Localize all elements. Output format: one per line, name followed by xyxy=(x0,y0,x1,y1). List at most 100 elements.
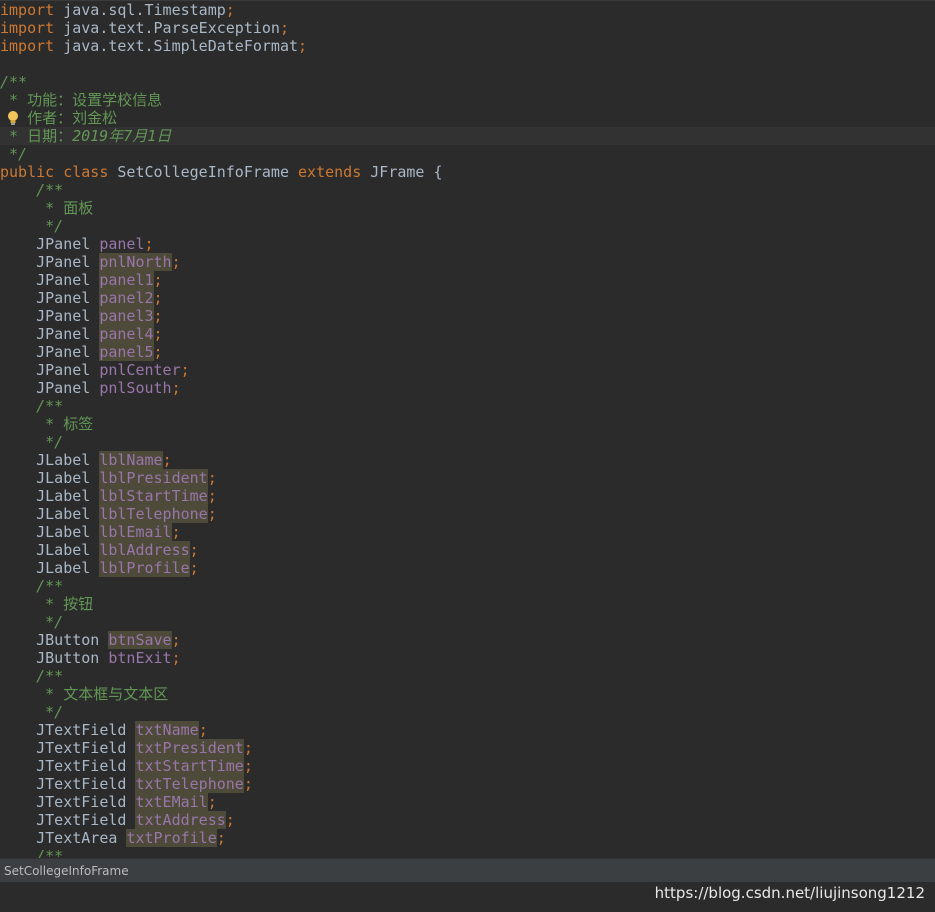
code-token: java.text.SimpleDateFormat xyxy=(54,37,299,55)
code-line[interactable]: JLabel lblName; xyxy=(0,451,935,469)
code-token: ; xyxy=(171,649,181,667)
comment-token: */ xyxy=(0,613,64,631)
code-token: JLabel xyxy=(0,559,100,577)
code-line[interactable]: */ xyxy=(0,703,935,721)
breadcrumb-class[interactable]: SetCollegeInfoFrame xyxy=(0,864,129,878)
code-line[interactable]: JTextField txtPresident; xyxy=(0,739,935,757)
code-line[interactable]: /** xyxy=(0,667,935,685)
code-line[interactable]: JPanel panel5; xyxy=(0,343,935,361)
comment-token: * 日期： xyxy=(0,127,73,145)
code-line[interactable]: */ xyxy=(0,217,935,235)
field-token: txtStartTime xyxy=(135,757,244,775)
code-token: ; xyxy=(171,631,181,649)
code-line[interactable]: /** xyxy=(0,73,935,91)
code-token: JButton xyxy=(0,631,109,649)
code-line[interactable]: JPanel pnlSouth; xyxy=(0,379,935,397)
code-token: ; xyxy=(279,19,289,37)
comment-token: * 面板 xyxy=(0,199,94,217)
code-line[interactable]: */ xyxy=(0,433,935,451)
code-token: SetCollegeInfoFrame xyxy=(117,163,299,181)
code-token: ; xyxy=(225,1,235,19)
comment-token: /** xyxy=(0,667,64,685)
breadcrumb-bar: SetCollegeInfoFrame xyxy=(0,858,935,883)
code-token: JLabel xyxy=(0,487,100,505)
code-token: JTextField xyxy=(0,757,136,775)
field-token: lblPresident xyxy=(99,469,208,487)
lightbulb-icon[interactable] xyxy=(7,110,19,126)
code-line[interactable]: JLabel lblStartTime; xyxy=(0,487,935,505)
code-line[interactable]: JTextField txtEMail; xyxy=(0,793,935,811)
code-token: JPanel xyxy=(0,307,100,325)
comment-token: * 文本框与文本区 xyxy=(0,685,169,703)
code-line[interactable]: * 文本框与文本区 xyxy=(0,685,935,703)
code-token: JButton xyxy=(0,649,109,667)
keyword-token: import xyxy=(0,19,55,37)
code-token: ; xyxy=(144,235,154,253)
code-token: JPanel xyxy=(0,253,100,271)
code-token: ; xyxy=(189,559,199,577)
code-line[interactable]: /** xyxy=(0,397,935,415)
code-line[interactable]: JPanel panel4; xyxy=(0,325,935,343)
code-line[interactable]: * 功能：设置学校信息 xyxy=(0,91,935,109)
code-token: JTextField xyxy=(0,793,136,811)
code-token: ; xyxy=(171,523,181,541)
code-line[interactable]: JButton btnSave; xyxy=(0,631,935,649)
code-line[interactable]: */ xyxy=(0,145,935,163)
field-token: panel3 xyxy=(99,307,154,325)
code-editor[interactable]: import java.sql.Timestamp; import java.te… xyxy=(0,0,935,858)
code-token: ; xyxy=(153,343,163,361)
field-token: pnlCenter xyxy=(99,361,181,379)
code-line[interactable]: import java.sql.Timestamp; xyxy=(0,1,935,19)
code-token: JPanel xyxy=(0,379,100,397)
code-line[interactable]: */ xyxy=(0,613,935,631)
code-line[interactable]: JPanel panel1; xyxy=(0,271,935,289)
field-token: lblName xyxy=(99,451,163,469)
code-token: JPanel xyxy=(0,289,100,307)
code-line[interactable]: public class SetCollegeInfoFrame extends… xyxy=(0,163,935,181)
code-line[interactable]: JPanel panel2; xyxy=(0,289,935,307)
code-line[interactable]: /** xyxy=(0,181,935,199)
code-line[interactable]: /** xyxy=(0,847,935,858)
code-token: JLabel xyxy=(0,541,100,559)
code-token: ; xyxy=(243,739,253,757)
code-line[interactable]: /** xyxy=(0,577,935,595)
field-token: lblAddress xyxy=(99,541,190,559)
field-token: pnlNorth xyxy=(99,253,172,271)
code-token: JPanel xyxy=(0,361,100,379)
code-line[interactable]: JPanel panel3; xyxy=(0,307,935,325)
code-token: JLabel xyxy=(0,469,100,487)
code-line[interactable]: JPanel pnlNorth; xyxy=(0,253,935,271)
code-line[interactable]: JTextField txtTelephone; xyxy=(0,775,935,793)
code-line[interactable]: import java.text.ParseException; xyxy=(0,19,935,37)
code-line[interactable]: * 面板 xyxy=(0,199,935,217)
code-line[interactable]: * 日期：2019年7月1日 xyxy=(0,127,935,145)
code-token: ; xyxy=(153,307,163,325)
code-line[interactable]: JPanel panel; xyxy=(0,235,935,253)
code-token: ; xyxy=(171,379,181,397)
field-token: panel1 xyxy=(99,271,154,289)
code-line[interactable]: * 按钮 xyxy=(0,595,935,613)
code-line[interactable]: JLabel lblEmail; xyxy=(0,523,935,541)
code-line[interactable]: JTextField txtStartTime; xyxy=(0,757,935,775)
code-line[interactable]: JTextArea txtProfile; xyxy=(0,829,935,847)
code-line[interactable]: import java.text.SimpleDateFormat; xyxy=(0,37,935,55)
code-token: ; xyxy=(153,325,163,343)
comment-token: */ xyxy=(0,433,64,451)
code-line[interactable]: JLabel lblTelephone; xyxy=(0,505,935,523)
code-line[interactable]: JLabel lblAddress; xyxy=(0,541,935,559)
code-line[interactable]: JTextField txtAddress; xyxy=(0,811,935,829)
field-token: btnSave xyxy=(108,631,172,649)
comment-token: /** xyxy=(0,73,28,91)
field-token: txtEMail xyxy=(135,793,208,811)
code-token: java.text.ParseException xyxy=(54,19,280,37)
code-token: ; xyxy=(153,271,163,289)
code-line[interactable]: * 作者：刘金松 xyxy=(0,109,935,127)
code-line[interactable]: JLabel lblPresident; xyxy=(0,469,935,487)
code-line[interactable]: JLabel lblProfile; xyxy=(0,559,935,577)
keyword-token: extends xyxy=(298,163,371,181)
code-line[interactable]: * 标签 xyxy=(0,415,935,433)
code-line[interactable]: JPanel pnlCenter; xyxy=(0,361,935,379)
code-line[interactable]: JTextField txtName; xyxy=(0,721,935,739)
comment-token: /** xyxy=(0,397,64,415)
code-line[interactable]: JButton btnExit; xyxy=(0,649,935,667)
